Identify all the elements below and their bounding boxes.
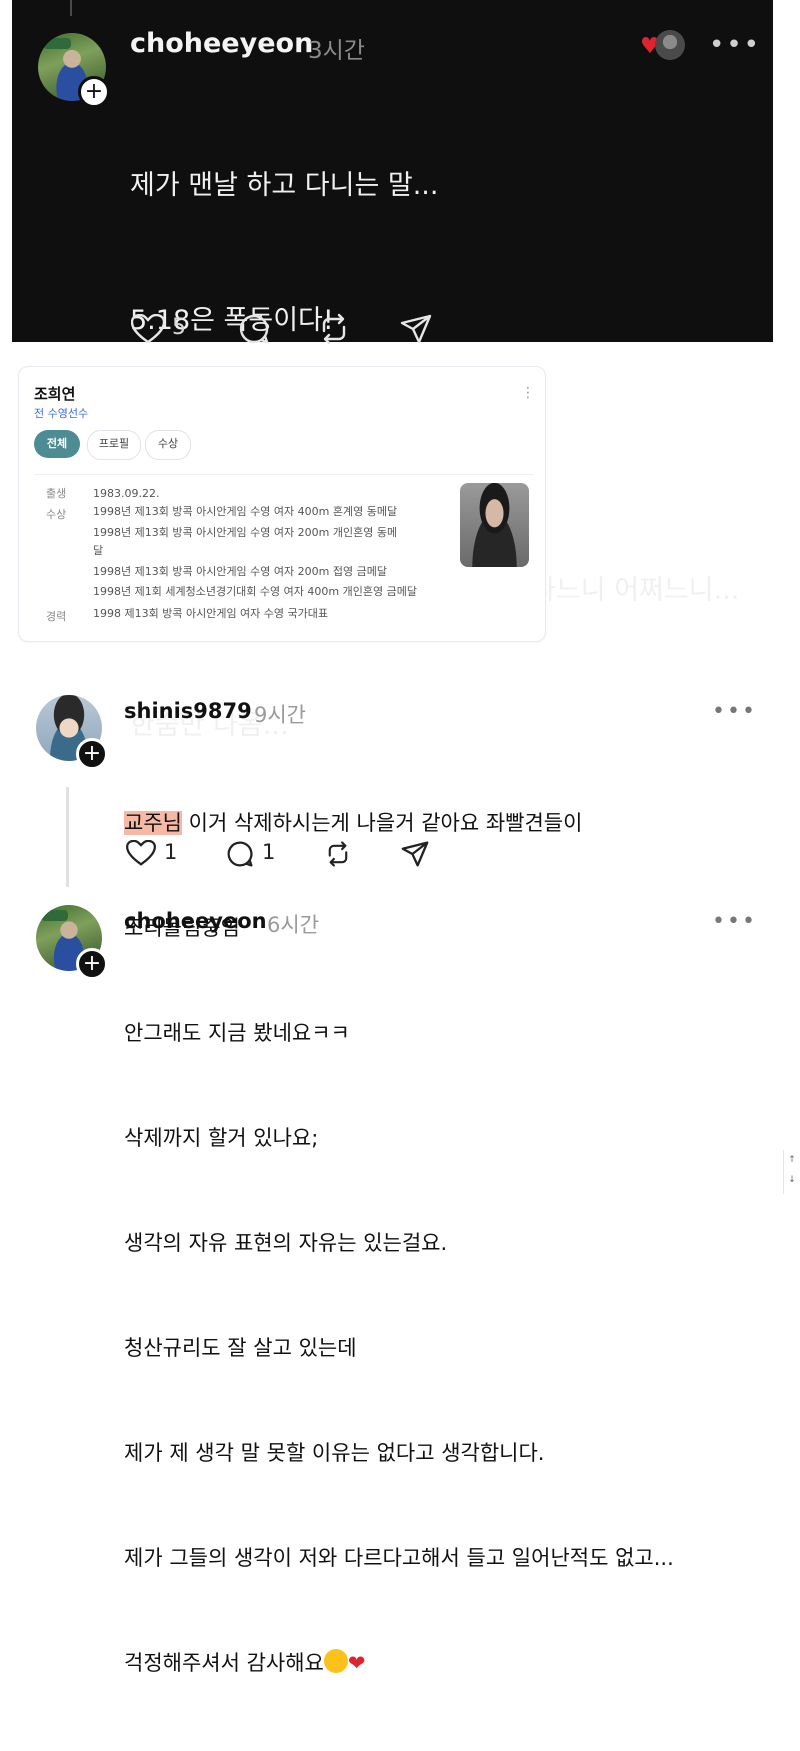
tab-profile[interactable]: 프로필 <box>87 430 141 460</box>
profile-card: 조희연 전 수영선수 ⋮ 전체 프로필 수상 출생 1983.09.22. 수상… <box>18 366 546 642</box>
comment-text: 이거 삭제하시는게 나을거 같아요 좌빨견들이 <box>181 811 583 835</box>
comment-time: 9시간 <box>254 703 307 727</box>
comment-text: 걱정해주셔서 감사해요 <box>124 1651 324 1675</box>
repost-icon[interactable] <box>324 840 352 868</box>
comment-username[interactable]: shinis9879 <box>124 699 252 723</box>
post-username[interactable]: choheeyeon <box>130 28 313 59</box>
share-icon[interactable] <box>400 840 430 868</box>
scroll-down-icon[interactable]: ↓ <box>784 1170 800 1190</box>
reply-count: 1 <box>262 840 276 864</box>
profile-photo[interactable] <box>460 483 529 567</box>
heart-icon[interactable] <box>131 314 165 344</box>
comment-line: 생각의 자유 표현의 자유는 있는걸요. <box>124 1231 448 1255</box>
liker-avatar <box>655 30 685 60</box>
follow-plus-icon[interactable]: + <box>76 738 108 770</box>
award-item: 1998년 제13회 방콕 아시안게임 수영 여자 200m 접영 금메달 <box>93 565 387 578</box>
comment-line: 안그래도 지금 봤네요ㅋㅋ <box>124 1021 350 1045</box>
comment-line: 걱정해주셔서 감사해요 ❤ <box>124 1646 674 1681</box>
row-value: 1998 제13회 방콕 아시안게임 여자 수영 국가대표 <box>93 607 329 620</box>
more-icon[interactable]: ••• <box>712 699 757 724</box>
divider <box>34 474 534 475</box>
like-count: 5 <box>172 315 186 340</box>
row-value: 1983.09.22. <box>93 487 160 500</box>
vertical-dots-icon[interactable]: ⋮ <box>521 385 535 401</box>
award-item: 1998년 제13회 방콕 아시안게임 수영 여자 400m 혼계영 동메달 <box>93 505 398 518</box>
like-count: 1 <box>164 840 178 864</box>
awards-list: 1998년 제13회 방콕 아시안게임 수영 여자 400m 혼계영 동메달 1… <box>93 503 453 601</box>
row-label: 출생 <box>46 487 67 500</box>
award-item: 1998년 제13회 방콕 아시안게임 수영 여자 200m 개인혼영 동메 <box>93 526 398 539</box>
smiling-face-icon <box>323 1649 348 1673</box>
follow-plus-icon[interactable]: + <box>78 76 110 108</box>
profile-name: 조희연 <box>34 385 76 403</box>
comment-line: 삭제까지 할거 있나요; <box>124 1126 319 1150</box>
scroll-up-icon[interactable]: ↑ <box>784 1150 800 1170</box>
follow-plus-icon[interactable]: + <box>76 948 108 980</box>
row-label: 경력 <box>46 610 67 623</box>
tab-awards[interactable]: 수상 <box>145 430 191 460</box>
more-icon[interactable]: ••• <box>709 30 761 60</box>
comment-username[interactable]: choheeyeon <box>124 909 267 933</box>
scrollbar[interactable]: ↑ ↓ <box>783 1150 800 1194</box>
share-icon[interactable] <box>399 313 433 345</box>
thread-line <box>66 787 69 887</box>
thread-line <box>70 0 72 16</box>
comment-icon[interactable] <box>238 313 270 345</box>
post-line: 5.18은 폭동이다! <box>130 305 334 336</box>
comment-icon[interactable] <box>226 840 254 868</box>
comment-line: 교주님 이거 삭제하시는게 나을거 같아요 좌빨견들이 <box>124 806 582 841</box>
highlighted-text: 교주님 <box>124 811 182 835</box>
comment-line: 제가 그들의 생각이 저와 다르다고해서 들고 일어난적도 없고... <box>124 1546 674 1570</box>
comment-time: 6시간 <box>267 913 320 937</box>
heart-icon[interactable] <box>126 840 156 866</box>
award-item: 달 <box>93 544 104 557</box>
profile-subtitle[interactable]: 전 수영선수 <box>34 405 88 421</box>
post-line: 제가 맨날 하고 다니는 말... <box>130 170 439 201</box>
dark-post-card: + choheeyeon 3시간 ♥ ••• 제가 맨날 하고 다니는 말...… <box>12 0 773 741</box>
comment-line: 청산규리도 잘 살고 있는데 <box>124 1336 357 1360</box>
award-item: 1998년 제1회 세계청소년경기대회 수영 여자 400m 개인혼영 금메달 <box>93 585 417 598</box>
comment-line: 제가 제 생각 말 못할 이유는 없다고 생각합니다. <box>124 1441 545 1465</box>
row-label: 수상 <box>46 508 67 521</box>
red-heart-icon: ❤ <box>347 1651 366 1675</box>
post-time: 3시간 <box>308 38 365 64</box>
tab-all[interactable]: 전체 <box>34 430 80 458</box>
more-icon[interactable]: ••• <box>712 909 757 934</box>
repost-icon[interactable] <box>317 313 351 345</box>
comment-body: 안그래도 지금 봤네요ㅋㅋ 삭제까지 할거 있나요; 생각의 자유 표현의 자유… <box>124 946 674 1751</box>
